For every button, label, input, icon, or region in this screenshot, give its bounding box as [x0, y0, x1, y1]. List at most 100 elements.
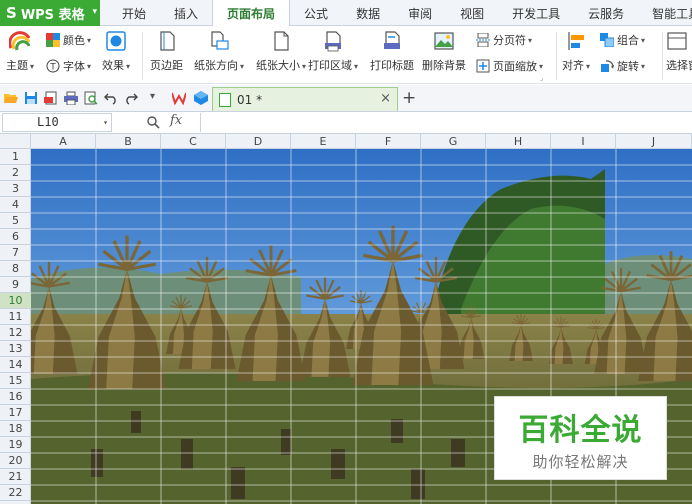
row-header[interactable]: 11	[0, 309, 31, 325]
margins-label: 页边距	[150, 59, 183, 72]
row-header[interactable]: 19	[0, 437, 31, 453]
row-header[interactable]: 7	[0, 245, 31, 261]
row-header[interactable]: 14	[0, 357, 31, 373]
redo-icon[interactable]	[124, 91, 138, 105]
group-label: 组合	[617, 34, 639, 47]
cube-icon[interactable]	[194, 91, 208, 105]
tab-home[interactable]: 开始	[108, 0, 160, 26]
tab-formulas[interactable]: 公式	[290, 0, 342, 26]
margins-button[interactable]: 页边距	[150, 28, 183, 73]
new-tab-plus-icon[interactable]: +	[402, 88, 416, 108]
rotate-icon	[601, 60, 614, 72]
column-header-d[interactable]: D	[226, 134, 291, 149]
row-header[interactable]: 6	[0, 229, 31, 245]
wps-w-logo-icon[interactable]	[172, 91, 186, 105]
align-button[interactable]: 对齐 ▾	[562, 28, 590, 73]
close-icon[interactable]: ×	[380, 91, 391, 106]
print-titles-button[interactable]: 打印标题	[370, 28, 414, 73]
column-header-c[interactable]: C	[161, 134, 226, 149]
chevron-down-icon[interactable]: ▾	[103, 114, 108, 131]
dialog-launcher-icon[interactable]: ⌟	[540, 74, 543, 82]
ribbon-tabs: 开始 插入 页面布局 公式 数据 审阅 视图 开发工具 云服务 智能工具箱	[108, 0, 692, 27]
wps-app-menu-button[interactable]: S WPS 表格 ▾	[0, 0, 100, 26]
print-icon[interactable]	[64, 91, 78, 105]
row-header[interactable]: 13	[0, 341, 31, 357]
print-area-button[interactable]: 打印区域 ▾	[308, 28, 358, 73]
search-icon[interactable]	[146, 115, 160, 129]
watermark-title: 百科全说	[518, 413, 643, 448]
tab-data[interactable]: 数据	[342, 0, 394, 26]
column-header-j[interactable]: J	[616, 134, 692, 149]
select-all-corner[interactable]	[0, 134, 31, 149]
group-button[interactable]: 组合 ▾	[600, 32, 645, 48]
wps-logo-icon: S	[6, 4, 17, 22]
save-icon[interactable]	[24, 91, 38, 105]
row-header[interactable]: 21	[0, 469, 31, 485]
tab-review[interactable]: 审阅	[394, 0, 446, 26]
row-header[interactable]: 1	[0, 149, 31, 165]
selection-pane-label: 选择窗格	[666, 59, 692, 72]
insert-function-fx-button[interactable]: fx	[170, 113, 182, 128]
background-image-icon	[434, 32, 454, 50]
row-header[interactable]: 3	[0, 181, 31, 197]
export-pdf-icon[interactable]	[44, 91, 58, 105]
fonts-button[interactable]: T 字体 ▾	[46, 58, 91, 74]
colors-button[interactable]: 颜色 ▾	[46, 32, 91, 48]
page-break-icon	[476, 33, 490, 47]
row-header[interactable]: 16	[0, 389, 31, 405]
column-header-g[interactable]: G	[421, 134, 486, 149]
tab-insert[interactable]: 插入	[160, 0, 212, 26]
rotate-button[interactable]: 旋转 ▾	[600, 58, 645, 74]
print-preview-icon[interactable]	[84, 91, 98, 105]
undo-icon[interactable]	[104, 91, 118, 105]
tab-smart-tools[interactable]: 智能工具箱	[638, 0, 692, 26]
column-header-a[interactable]: A	[31, 134, 96, 149]
row-header[interactable]: 18	[0, 421, 31, 437]
effects-button[interactable]: 效果 ▾	[102, 28, 130, 73]
column-header-h[interactable]: H	[486, 134, 551, 149]
row-header[interactable]: 12	[0, 325, 31, 341]
column-header-f[interactable]: F	[356, 134, 421, 149]
tab-view[interactable]: 视图	[446, 0, 498, 26]
column-header-b[interactable]: B	[96, 134, 161, 149]
customize-toolbar-chevron-icon[interactable]: ▾	[150, 91, 155, 102]
row-header[interactable]: 4	[0, 197, 31, 213]
formula-input[interactable]	[200, 113, 690, 132]
tab-cloud[interactable]: 云服务	[574, 0, 638, 26]
color-palette-icon	[46, 33, 60, 47]
tab-developer[interactable]: 开发工具	[498, 0, 574, 26]
orientation-button[interactable]: 纸张方向 ▾	[194, 28, 244, 73]
page-orientation-icon	[211, 31, 229, 50]
tab-page-layout[interactable]: 页面布局	[212, 0, 291, 27]
formula-bar: L10 ▾ fx	[0, 112, 692, 134]
group-icon	[600, 33, 614, 47]
theme-button[interactable]: 主题 ▾	[6, 28, 34, 73]
align-icon	[568, 32, 584, 50]
document-tab[interactable]: 01 * ×	[212, 87, 398, 111]
effects-label: 效果	[102, 59, 124, 72]
page-zoom-button[interactable]: 页面缩放 ▾	[476, 58, 543, 74]
name-box[interactable]: L10 ▾	[2, 113, 112, 132]
paper-size-icon	[274, 31, 289, 51]
row-header[interactable]: 9	[0, 277, 31, 293]
row-header[interactable]: 5	[0, 213, 31, 229]
selection-pane-icon	[667, 32, 687, 50]
font-icon: T	[46, 59, 60, 73]
delete-background-button[interactable]: 删除背景	[422, 28, 466, 73]
open-folder-icon[interactable]	[4, 91, 18, 105]
row-header[interactable]: 2	[0, 165, 31, 181]
row-header[interactable]: 15	[0, 373, 31, 389]
theme-label: 主题	[6, 59, 28, 72]
row-header[interactable]: 22	[0, 485, 31, 501]
column-header-i[interactable]: I	[551, 134, 616, 149]
rotate-label: 旋转	[617, 60, 639, 73]
column-header-e[interactable]: E	[291, 134, 356, 149]
row-header[interactable]: 17	[0, 405, 31, 421]
paper-size-button[interactable]: 纸张大小 ▾	[256, 28, 306, 73]
row-header[interactable]: 20	[0, 453, 31, 469]
row-header[interactable]: 8	[0, 261, 31, 277]
page-break-button[interactable]: 分页符 ▾	[476, 32, 532, 48]
selection-pane-button[interactable]: 选择窗格	[666, 28, 692, 73]
app-title: WPS 表格	[20, 7, 85, 23]
row-header-selected[interactable]: 10	[0, 293, 31, 309]
